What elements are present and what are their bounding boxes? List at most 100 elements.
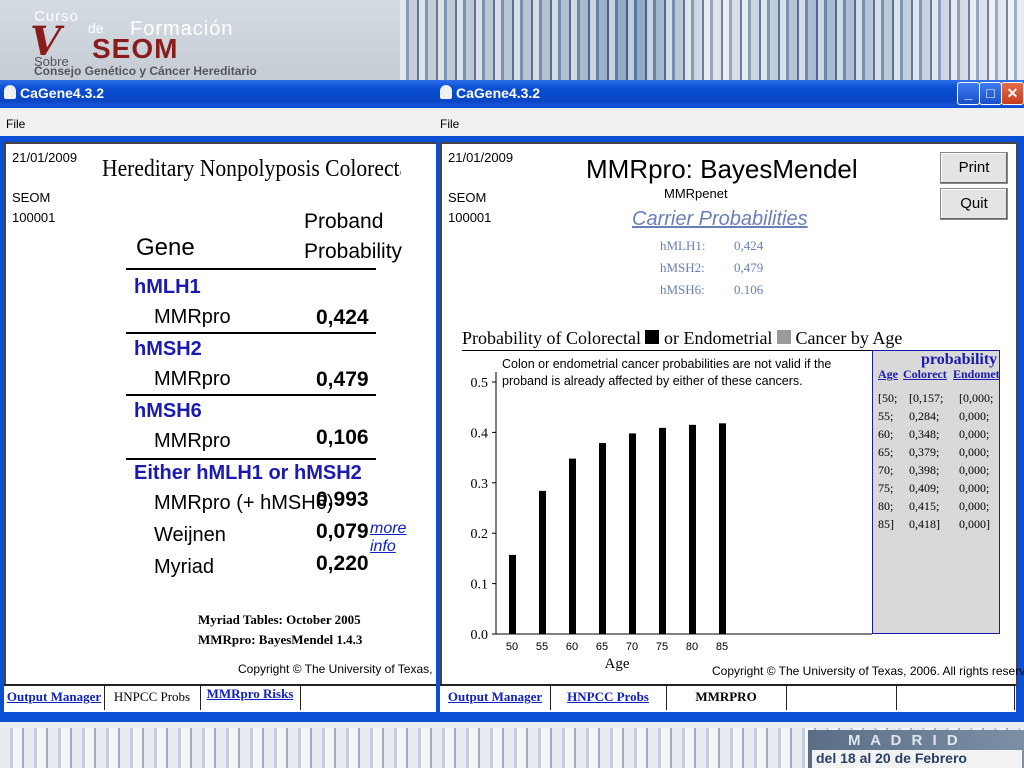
table-cell: 0,000; [959, 409, 990, 423]
caption-endometrial: or Endometrial [663, 328, 773, 348]
print-button[interactable]: Print [940, 152, 1008, 184]
logo-consejo: Consejo Genético y Cáncer Hereditario [34, 64, 257, 78]
x-tick-label: 80 [686, 641, 698, 653]
gene-hmlh1: hMLH1 [134, 276, 201, 298]
row-value: 0,220 [316, 552, 369, 575]
tab-empty[interactable] [896, 686, 1015, 710]
bar-colorectal [539, 490, 546, 634]
divider [126, 332, 376, 334]
th-age: Age [878, 367, 898, 381]
table-cell: 75; [878, 481, 894, 495]
th-colorect: Colorect [903, 367, 947, 381]
page-title: Hereditary Nonpolyposis Colorectal Cance… [102, 156, 401, 182]
left-titlebar[interactable]: CaGene4.3.2 [0, 80, 440, 106]
quit-button[interactable]: Quit [940, 188, 1008, 220]
y-tick-label: 0.2 [471, 527, 489, 542]
window-title: CaGene4.3.2 [20, 85, 105, 101]
tab-empty[interactable] [786, 686, 897, 710]
risk-chart: 0.0 0.1 0.2 0.3 0.4 0.5 50 55 60 65 70 75 80 85 Age [471, 372, 872, 672]
table-cell: 60; [878, 427, 894, 441]
table-cell: [0,157; [909, 391, 944, 405]
tab-mmrpro-risks[interactable]: MMRpro Risks [200, 686, 301, 710]
right-window: CaGene4.3.2 _ □ ✕ File 21/01/2009 SEOM 1… [436, 80, 1024, 722]
col-proband: Proband [304, 210, 384, 233]
window-title: CaGene4.3.2 [456, 85, 541, 101]
y-tick-label: 0.0 [471, 628, 489, 643]
close-button[interactable]: ✕ [1001, 82, 1024, 105]
tab-mmrpro[interactable]: MMRPRO [666, 686, 787, 710]
x-tick-label: 50 [506, 641, 518, 653]
carrier-gene: hMSH6: [660, 282, 705, 297]
y-tick-label: 0.1 [471, 578, 489, 593]
col-gene: Gene [136, 234, 195, 261]
table-cell: 80; [878, 499, 894, 513]
table-cell: 65; [878, 445, 894, 459]
left-window: CaGene4.3.2 File 21/01/2009 SEOM 100001 … [0, 80, 440, 722]
row-value: 0,993 [316, 488, 369, 511]
x-tick-label: 70 [626, 641, 638, 653]
report-date: 21/01/2009 [12, 150, 78, 165]
row-label: MMRpro (+ hMSH6) [154, 492, 334, 514]
tab-hnpcc-probs[interactable]: HNPCC Probs [104, 686, 201, 710]
row-label: MMRpro [154, 430, 231, 452]
app-icon [4, 85, 16, 99]
table-cell: 0,415; [909, 499, 940, 513]
table-cell: 0,418] [909, 517, 940, 531]
copyright: Copyright © The University of Texas, 200… [238, 662, 434, 676]
report-org: SEOM [12, 190, 51, 205]
endometrial-swatch [776, 330, 791, 344]
bar-colorectal [719, 423, 726, 634]
tab-output-manager[interactable]: Output Manager [4, 686, 105, 710]
caption-by-age: Cancer by Age [795, 328, 903, 348]
madrid-badge: M A D R I D del 18 al 20 de Febrero [808, 730, 1024, 768]
header-banner: V Curso de Formación SEOM Sobre Consejo … [0, 0, 1024, 80]
row-value: 0,479 [316, 368, 369, 391]
divider [126, 394, 376, 396]
gene-either: Either hMLH1 or hMSH2 [134, 462, 362, 484]
gene-hmsh6: hMSH6 [134, 400, 202, 422]
x-tick-label: 60 [566, 641, 578, 653]
more-info-link[interactable]: more info [370, 520, 436, 556]
chart-note: Colon or endometrial cancer probabilitie… [502, 356, 872, 390]
carrier-gene: hMLH1: [660, 238, 706, 253]
row-label: Weijnen [154, 524, 226, 546]
table-cell: 0,284; [909, 409, 940, 423]
table-cell: 70; [878, 463, 894, 477]
app-icon [440, 85, 452, 99]
bar-colorectal [689, 424, 696, 634]
left-tab-strip: Output Manager HNPCC Probs MMRpro Risks [4, 684, 436, 712]
page-subtitle: MMRpenet [664, 186, 728, 201]
colorectal-swatch [645, 330, 660, 344]
row-value: 0,079 [316, 520, 369, 543]
menu-file[interactable]: File [6, 117, 25, 131]
carrier-value: 0,479 [734, 260, 764, 275]
right-titlebar[interactable]: CaGene4.3.2 _ □ ✕ [436, 80, 1024, 106]
th-endomet: Endomet [953, 367, 1000, 381]
table-cell: 85] [878, 517, 894, 531]
caption-colorectal: Probability of Colorectal [462, 328, 641, 348]
left-menubar: File [0, 108, 440, 136]
gene-hmsh2: hMSH2 [134, 338, 202, 360]
right-menubar: File [436, 108, 1024, 136]
row-value: 0,424 [316, 306, 369, 329]
maximize-button[interactable]: □ [979, 82, 1002, 105]
carrier-value: 0.106 [734, 282, 764, 297]
tab-output-manager[interactable]: Output Manager [440, 686, 551, 710]
logo-seom: SEOM [92, 33, 179, 64]
x-tick-label: 75 [656, 641, 668, 653]
table-cell: [0,000; [959, 391, 994, 405]
table-cell: 0,000; [959, 499, 990, 513]
menu-file[interactable]: File [440, 117, 459, 131]
divider [126, 458, 376, 460]
report-org: SEOM [448, 190, 487, 205]
table-cell: 0,409; [909, 481, 940, 495]
table-cell: 0,000; [959, 463, 990, 477]
divider [126, 268, 376, 270]
tab-hnpcc-probs[interactable]: HNPCC Probs [550, 686, 667, 710]
bar-colorectal [629, 433, 636, 634]
chart-caption: Probability of Colorectal or Endometrial… [462, 328, 902, 349]
divider [462, 350, 872, 351]
x-axis-label: Age [605, 656, 630, 672]
note-mmrpro: MMRpro: BayesMendel 1.4.3 [198, 632, 363, 647]
minimize-button[interactable]: _ [957, 82, 980, 105]
